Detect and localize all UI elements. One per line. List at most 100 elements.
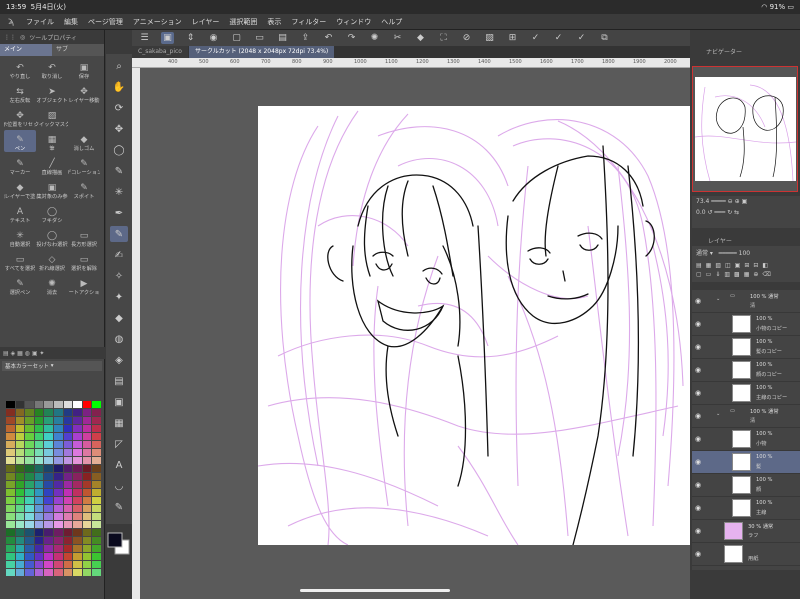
pen-snap2-icon[interactable]: ✓ <box>552 32 565 44</box>
color-swatch[interactable] <box>63 409 73 416</box>
color-swatch[interactable] <box>63 513 73 520</box>
tool-button-4[interactable]: ➤ オブジェクト <box>36 82 68 104</box>
color-swatch[interactable] <box>25 513 34 520</box>
color-swatch[interactable] <box>63 441 73 448</box>
color-swatch[interactable] <box>44 569 53 576</box>
color-swatch[interactable] <box>15 529 25 536</box>
color-swatch[interactable] <box>63 545 73 552</box>
color-swatch[interactable] <box>44 529 53 536</box>
color-swatch[interactable] <box>6 441 15 448</box>
color-swatch[interactable] <box>34 457 44 464</box>
color-swatch[interactable] <box>44 417 53 424</box>
rotate-left-icon[interactable]: ↺ <box>707 209 712 216</box>
color-swatch[interactable] <box>82 481 92 488</box>
color-swatch[interactable] <box>6 561 15 568</box>
color-swatch[interactable] <box>92 481 101 488</box>
brush-tool-icon[interactable]: ✍ <box>110 247 128 263</box>
tool-button-29[interactable]: ▶オートアクション <box>68 274 100 296</box>
color-swatch[interactable] <box>25 481 34 488</box>
menu-file[interactable]: ファイル <box>26 17 54 27</box>
color-swatch[interactable] <box>92 425 101 432</box>
color-swatch[interactable] <box>25 545 34 552</box>
layer-row[interactable]: ◉ 100 % 顔のコピー <box>692 359 800 382</box>
tool-button-12[interactable]: ✎ マーカー <box>4 154 36 176</box>
color-swatch[interactable] <box>25 553 34 560</box>
layer-row[interactable]: ◉ 100 % 髪 <box>692 451 800 474</box>
fill-tool-icon[interactable]: ◈ <box>110 352 128 368</box>
color-swatch[interactable] <box>6 401 15 408</box>
color-swatch[interactable] <box>54 409 63 416</box>
airbrush-icon[interactable]: ✧ <box>110 268 128 284</box>
menu-edit[interactable]: 編集 <box>64 17 78 27</box>
tool-button-21[interactable]: ✳ 自動選択 <box>4 226 36 248</box>
color-swatch[interactable] <box>15 561 25 568</box>
color-swatch[interactable] <box>44 401 53 408</box>
main-color-swatch[interactable] <box>107 532 123 548</box>
layer-row[interactable]: ◉ ⌄ ▭ 100 % 通常清 <box>692 290 800 313</box>
export-icon[interactable]: ⇪ <box>299 32 312 44</box>
color-swatch[interactable] <box>44 505 53 512</box>
color-swatch[interactable] <box>63 465 73 472</box>
color-swatch[interactable] <box>92 521 101 528</box>
new-file-icon[interactable]: ▢ <box>230 32 243 44</box>
color-swatch[interactable] <box>82 465 92 472</box>
tool-button-14[interactable]: ✎ デコレーション <box>68 154 100 176</box>
color-swatch[interactable] <box>82 417 92 424</box>
color-swatch[interactable] <box>25 449 34 456</box>
tool-button-0[interactable]: ↶ やり直し <box>4 58 36 80</box>
menu-help[interactable]: ヘルプ <box>381 17 402 27</box>
color-swatch[interactable] <box>25 457 34 464</box>
color-swatch[interactable] <box>54 481 63 488</box>
color-swatch[interactable] <box>82 497 92 504</box>
color-swatch[interactable] <box>73 417 82 424</box>
color-swatch[interactable] <box>92 553 101 560</box>
decoration-icon[interactable]: ✦ <box>110 289 128 305</box>
tool-button-24[interactable]: ▭ すべてを選択 <box>4 250 36 272</box>
color-swatch[interactable] <box>63 401 73 408</box>
rotate-right-icon[interactable]: ↻ <box>727 209 732 216</box>
color-swatch[interactable] <box>73 497 82 504</box>
menu-layer[interactable]: レイヤー <box>192 17 220 27</box>
color-swatch[interactable] <box>34 513 44 520</box>
color-swatch[interactable] <box>25 561 34 568</box>
color-swatch[interactable] <box>63 569 73 576</box>
drawing-canvas[interactable] <box>258 106 690 545</box>
color-swatch[interactable] <box>25 433 34 440</box>
color-swatch[interactable] <box>54 489 63 496</box>
opacity-slider[interactable]: ━━━━━ <box>719 250 737 257</box>
color-swatch[interactable] <box>34 409 44 416</box>
color-swatch[interactable] <box>6 521 15 528</box>
color-swatch[interactable] <box>54 449 63 456</box>
color-swatch[interactable] <box>73 537 82 544</box>
pen-snap-icon[interactable]: ✓ <box>529 32 542 44</box>
visibility-eye-icon[interactable]: ◉ <box>695 366 701 374</box>
hamburger-icon[interactable]: ☰ <box>138 32 151 44</box>
color-swatch[interactable] <box>73 409 82 416</box>
layer-row[interactable]: ◉ 100 % 小物のコピー <box>692 313 800 336</box>
layer-row[interactable]: ◉ 用紙 <box>692 543 800 566</box>
move-icon[interactable]: ✥ <box>110 121 128 137</box>
transform-icon[interactable]: ⛶ <box>437 32 450 44</box>
visibility-eye-icon[interactable]: ◉ <box>695 320 701 328</box>
color-swatch[interactable] <box>44 497 53 504</box>
color-swatch[interactable] <box>25 505 34 512</box>
folder-toggle-icon[interactable]: ⌄ <box>716 296 720 302</box>
color-swatch[interactable] <box>34 505 44 512</box>
color-swatch[interactable] <box>63 417 73 424</box>
color-swatch[interactable] <box>92 401 101 408</box>
color-swatch[interactable] <box>92 537 101 544</box>
fill-icon[interactable]: ◆ <box>414 32 427 44</box>
color-swatch[interactable] <box>92 441 101 448</box>
color-swatch[interactable] <box>15 409 25 416</box>
color-swatch[interactable] <box>34 529 44 536</box>
redo-icon[interactable]: ↷ <box>345 32 358 44</box>
tool-button-5[interactable]: ✥ レイヤー移動 <box>68 82 100 104</box>
layer-action-icons-2[interactable]: ▢▭⇓▥▩▦⊕⌫ <box>696 271 796 278</box>
color-swatch[interactable] <box>15 569 25 576</box>
layer-row[interactable]: ◉ 100 % 小物 <box>692 428 800 451</box>
deselect-icon[interactable]: ⊘ <box>460 32 473 44</box>
color-swatch[interactable] <box>15 449 25 456</box>
color-swatch[interactable] <box>63 481 73 488</box>
color-swatch[interactable] <box>15 417 25 424</box>
color-swatch[interactable] <box>15 457 25 464</box>
